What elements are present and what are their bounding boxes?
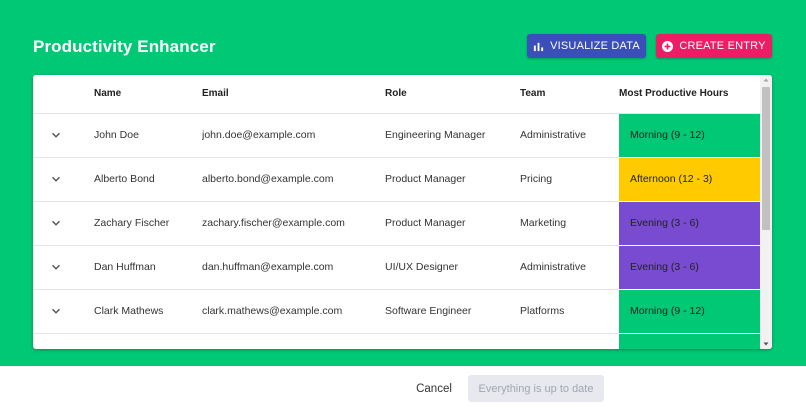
visualize-data-label: VISUALIZE DATA	[550, 40, 640, 52]
chevron-down-icon[interactable]	[51, 130, 61, 140]
chevron-down-icon[interactable]	[51, 262, 61, 272]
email-cell: zachary.fischer@example.com	[202, 201, 385, 246]
column-header-team[interactable]: Team	[520, 75, 619, 114]
email-cell: alberto.bond@example.com	[202, 157, 385, 202]
bar-chart-icon	[534, 42, 544, 51]
column-header-expand	[33, 75, 94, 114]
team-cell: Marketing	[520, 201, 619, 246]
name-cell: Alberto Bond	[94, 157, 202, 202]
plus-circle-icon	[662, 40, 674, 52]
app-title: Productivity Enhancer	[33, 37, 216, 56]
table-header-row: Name Email Role Team Most Productive Hou…	[33, 75, 760, 114]
team-cell	[520, 333, 619, 349]
create-entry-button[interactable]: CREATE ENTRY	[656, 34, 772, 58]
table-row[interactable]: John Doe john.doe@example.com Engineerin…	[33, 113, 760, 158]
expand-cell[interactable]	[33, 113, 94, 158]
team-cell: Pricing	[520, 157, 619, 202]
employee-table: Name Email Role Team Most Productive Hou…	[33, 75, 760, 349]
name-cell: Clark Mathews	[94, 289, 202, 334]
name-cell: Dan Huffman	[94, 245, 202, 290]
team-cell: Platforms	[520, 289, 619, 334]
hours-cell[interactable]: Afternoon (12 - 3)	[619, 157, 760, 202]
scrollbar-thumb[interactable]	[762, 87, 770, 230]
save-status-button: Everything is up to date	[468, 375, 604, 402]
role-cell: Product Manager	[385, 157, 520, 202]
hours-cell[interactable]: Morning (9 - 12)	[619, 289, 760, 334]
chevron-down-icon[interactable]	[51, 174, 61, 184]
column-header-hours[interactable]: Most Productive Hours	[619, 75, 760, 114]
email-cell: john.doe@example.com	[202, 113, 385, 158]
expand-cell[interactable]	[33, 333, 94, 349]
table-row[interactable]: Dan Huffman dan.huffman@example.com UI/U…	[33, 245, 760, 290]
role-cell: Engineering Manager	[385, 113, 520, 158]
name-cell	[94, 333, 202, 349]
team-cell: Administrative	[520, 245, 619, 290]
role-cell: UI/UX Designer	[385, 245, 520, 290]
column-header-name[interactable]: Name	[94, 75, 202, 114]
cancel-button[interactable]: Cancel	[408, 375, 460, 402]
email-cell: clark.mathews@example.com	[202, 289, 385, 334]
hours-cell[interactable]: Evening (3 - 6)	[619, 245, 760, 290]
table-row[interactable]: Clark Mathews clark.mathews@example.com …	[33, 289, 760, 334]
hours-cell[interactable]: Evening (3 - 6)	[619, 201, 760, 246]
column-header-email[interactable]: Email	[202, 75, 385, 114]
expand-cell[interactable]	[33, 201, 94, 246]
role-cell	[385, 333, 520, 349]
table-row[interactable]: Zachary Fischer zachary.fischer@example.…	[33, 201, 760, 246]
table-row[interactable]	[33, 333, 760, 349]
role-cell: Product Manager	[385, 201, 520, 246]
table-scroll-area[interactable]: Name Email Role Team Most Productive Hou…	[33, 75, 760, 349]
visualize-data-button[interactable]: VISUALIZE DATA	[527, 34, 646, 58]
chevron-down-icon[interactable]	[51, 218, 61, 228]
role-cell: Software Engineer	[385, 289, 520, 334]
create-entry-label: CREATE ENTRY	[679, 40, 766, 52]
hours-cell[interactable]: Morning (9 - 12)	[619, 113, 760, 158]
chevron-down-icon[interactable]	[51, 306, 61, 316]
name-cell: Zachary Fischer	[94, 201, 202, 246]
email-cell	[202, 333, 385, 349]
vertical-scrollbar[interactable]	[760, 75, 772, 349]
expand-cell[interactable]	[33, 157, 94, 202]
scroll-up-arrow-icon[interactable]	[760, 75, 772, 85]
email-cell: dan.huffman@example.com	[202, 245, 385, 290]
data-table-card: Name Email Role Team Most Productive Hou…	[33, 75, 772, 349]
expand-cell[interactable]	[33, 289, 94, 334]
expand-cell[interactable]	[33, 245, 94, 290]
team-cell: Administrative	[520, 113, 619, 158]
scroll-down-arrow-icon[interactable]	[760, 339, 772, 349]
table-row[interactable]: Alberto Bond alberto.bond@example.com Pr…	[33, 157, 760, 202]
hours-cell[interactable]	[619, 333, 760, 349]
name-cell: John Doe	[94, 113, 202, 158]
column-header-role[interactable]: Role	[385, 75, 520, 114]
